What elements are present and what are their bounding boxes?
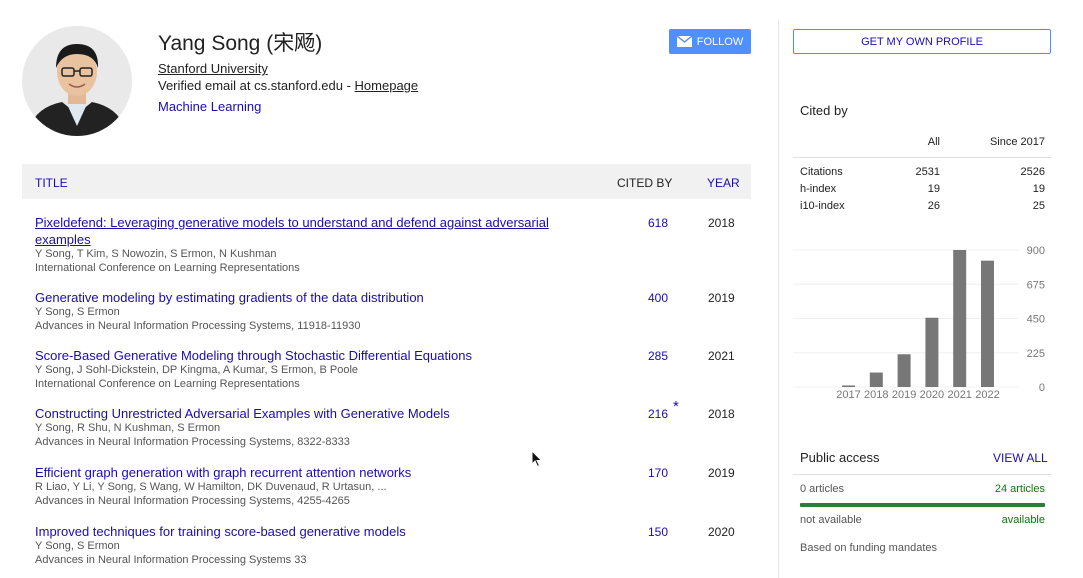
i10-index-since: 25: [1032, 200, 1045, 212]
cited-by-count[interactable]: 216: [622, 407, 668, 421]
article-venue: Advances in Neural Information Processin…: [35, 495, 350, 507]
cited-by-count[interactable]: 170: [622, 466, 668, 480]
not-available-label: not available: [800, 514, 862, 526]
available-label: available: [1001, 514, 1045, 526]
chart-bar-2017[interactable]: [842, 385, 855, 387]
chart-bar-2018[interactable]: [869, 372, 883, 387]
not-available-count[interactable]: 0 articles: [800, 483, 844, 495]
y-tick-label: 675: [1027, 279, 1045, 291]
homepage-link[interactable]: Homepage: [355, 78, 419, 93]
funding-mandates-note: Based on funding mandates: [800, 542, 937, 554]
x-tick-label: 2018: [864, 389, 888, 401]
mail-icon: [676, 36, 692, 47]
y-tick-label: 0: [1039, 382, 1045, 394]
citations-all: 2531: [915, 166, 940, 178]
cited-table-divider: [793, 157, 1051, 158]
public-access-progress-bar: [800, 503, 1045, 507]
cited-col-since: Since 2017: [989, 136, 1045, 148]
h-index-all: 19: [927, 183, 940, 195]
sort-title[interactable]: TITLE: [35, 176, 68, 190]
email-text: Verified email at cs.stanford.edu -: [158, 78, 355, 93]
y-tick-label: 450: [1027, 314, 1045, 326]
cited-by-heading: Cited by: [800, 103, 848, 118]
mouse-cursor-icon: [531, 450, 543, 468]
i10-index-all: 26: [927, 200, 940, 212]
article-venue: International Conference on Learning Rep…: [35, 378, 300, 390]
sidebar-divider: [778, 20, 779, 578]
available-count[interactable]: 24 articles: [995, 483, 1045, 495]
x-tick-label: 2020: [920, 389, 944, 401]
article-authors: R Liao, Y Li, Y Song, S Wang, W Hamilton…: [35, 481, 387, 493]
article-year: 2019: [708, 291, 735, 305]
article-year: 2019: [708, 466, 735, 480]
view-all-link[interactable]: VIEW ALL: [993, 451, 1048, 465]
public-access-divider: [793, 474, 1051, 475]
article-authors: Y Song, S Ermon: [35, 540, 120, 552]
x-tick-label: 2021: [947, 389, 971, 401]
article-title-link[interactable]: Score-Based Generative Modeling through …: [35, 347, 595, 364]
i10-index-label: i10-index: [800, 200, 845, 212]
cited-by-count[interactable]: 618: [622, 216, 668, 230]
follow-label: FOLLOW: [696, 35, 744, 48]
article-authors: Y Song, R Shu, N Kushman, S Ermon: [35, 422, 221, 434]
article-title-link[interactable]: Constructing Unrestricted Adversarial Ex…: [35, 405, 595, 422]
cited-col-all: All: [927, 136, 940, 148]
article-venue: Advances in Neural Information Processin…: [35, 436, 350, 448]
citations-per-year-chart: 900 675 450 225 0 2017 2018 2019 2020 2021 2022: [793, 245, 1045, 401]
article-authors: Y Song, S Ermon: [35, 306, 120, 318]
merged-citations-star: *: [673, 398, 679, 415]
x-tick-label: 2019: [892, 389, 916, 401]
citations-label: Citations: [800, 166, 843, 178]
cited-by-count[interactable]: 285: [622, 349, 668, 363]
avatar: [22, 26, 132, 136]
article-title-link[interactable]: Efficient graph generation with graph re…: [35, 464, 595, 481]
chart-bar-2021[interactable]: [953, 250, 967, 387]
y-tick-label: 225: [1027, 348, 1045, 360]
profile-name: Yang Song (宋飏): [158, 32, 323, 55]
affiliation-link[interactable]: Stanford University: [158, 61, 268, 76]
cited-by-count[interactable]: 150: [622, 525, 668, 539]
follow-button[interactable]: FOLLOW: [669, 29, 751, 54]
x-tick-label: 2017: [836, 389, 860, 401]
article-venue: Advances in Neural Information Processin…: [35, 320, 361, 332]
sort-cited-by[interactable]: CITED BY: [617, 176, 672, 190]
get-my-own-profile-button[interactable]: GET MY OWN PROFILE: [793, 29, 1051, 54]
article-year: 2021: [708, 349, 735, 363]
article-year: 2018: [708, 216, 735, 230]
sort-year[interactable]: YEAR: [707, 176, 740, 190]
cited-by-count[interactable]: 400: [622, 291, 668, 305]
chart-bar-2020[interactable]: [925, 317, 939, 387]
y-tick-label: 900: [1027, 245, 1045, 257]
x-tick-label: 2022: [975, 389, 999, 401]
article-year: 2018: [708, 407, 735, 421]
article-title-link[interactable]: Pixeldefend: Leveraging generative model…: [35, 214, 595, 248]
chart-bar-2019[interactable]: [897, 354, 911, 387]
articles-table-header: TITLE CITED BY YEAR: [22, 164, 751, 199]
article-authors: Y Song, J Sohl-Dickstein, DP Kingma, A K…: [35, 364, 359, 376]
article-venue: International Conference on Learning Rep…: [35, 262, 300, 274]
public-access-heading: Public access: [800, 450, 880, 465]
citations-since: 2526: [1020, 166, 1045, 178]
chart-bar-2022[interactable]: [981, 260, 994, 387]
article-authors: Y Song, T Kim, S Nowozin, S Ermon, N Kus…: [35, 248, 277, 260]
article-title-link[interactable]: Generative modeling by estimating gradie…: [35, 289, 595, 306]
h-index-label: h-index: [800, 183, 837, 195]
h-index-since: 19: [1032, 183, 1045, 195]
article-venue: Advances in Neural Information Processin…: [35, 554, 307, 566]
research-interest-link[interactable]: Machine Learning: [158, 99, 261, 114]
article-year: 2020: [708, 525, 735, 539]
verified-email: Verified email at cs.stanford.edu - Home…: [158, 78, 418, 93]
article-title-link[interactable]: Improved techniques for training score-b…: [35, 523, 595, 540]
